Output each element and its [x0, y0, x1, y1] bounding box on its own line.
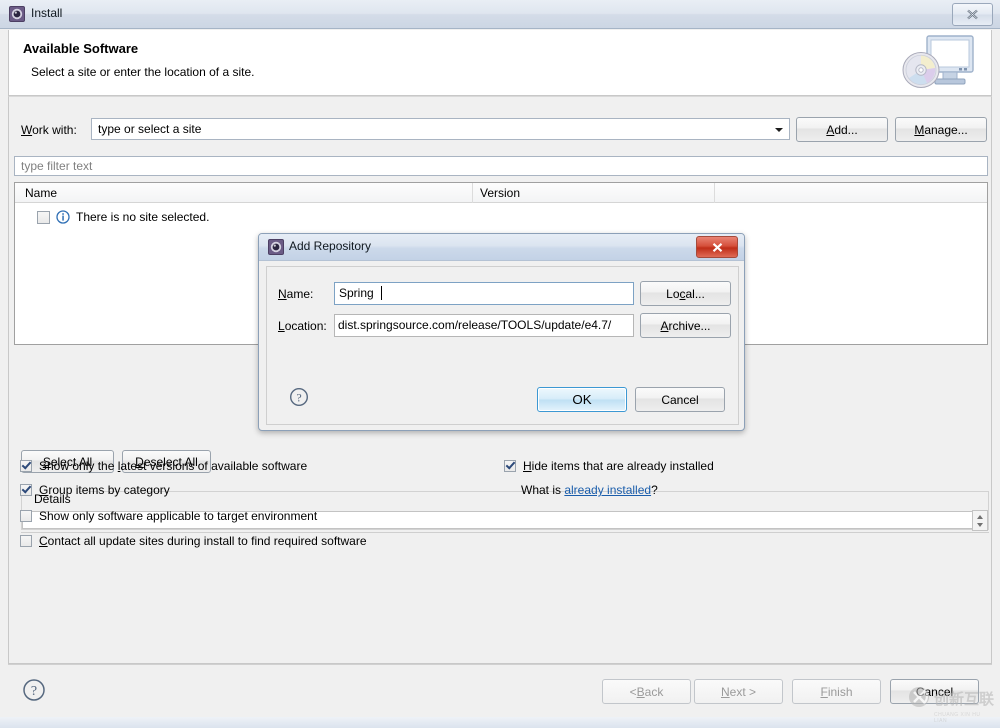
help-icon[interactable]: ?: [289, 387, 309, 407]
name-label: Name:: [278, 287, 314, 301]
footer-separator: [8, 664, 992, 665]
svg-text:?: ?: [31, 684, 37, 699]
work-with-combo-value: type or select a site: [98, 122, 202, 136]
what-is-already-installed: What is already installed?: [521, 483, 658, 497]
row-checkbox[interactable]: [37, 210, 50, 224]
details-scrollbar[interactable]: [972, 510, 988, 531]
option-label: Show only software applicable to target …: [39, 509, 318, 523]
option-label: Show only the latest versions of availab…: [39, 459, 308, 473]
option-hide-installed-items[interactable]: Hide items that are already installed: [504, 459, 714, 473]
archive-button[interactable]: Archive...: [640, 313, 731, 338]
window-titlebar: Install: [0, 0, 1000, 29]
text-caret: [381, 286, 382, 300]
dialog-titlebar: Add Repository: [259, 234, 744, 261]
back-button[interactable]: < Back: [602, 679, 691, 704]
help-icon[interactable]: ?: [22, 678, 46, 702]
filter-placeholder: type filter text: [21, 159, 93, 173]
checkbox[interactable]: [20, 484, 32, 496]
close-icon[interactable]: [952, 3, 993, 26]
local-button[interactable]: Lo c al...: [640, 281, 731, 306]
work-with-combo[interactable]: type or select a site: [91, 118, 790, 140]
table-row-name: There is no site selected.: [76, 210, 210, 224]
manage-sites-button[interactable]: Manage...: [895, 117, 987, 142]
close-icon[interactable]: [696, 236, 738, 258]
ok-button[interactable]: OK: [537, 387, 627, 412]
what-is-prefix: What is: [521, 483, 565, 497]
checkbox[interactable]: [20, 460, 32, 472]
location-input-value: dist.springsource.com/release/TOOLS/upda…: [338, 318, 612, 332]
name-input[interactable]: Spring: [334, 282, 634, 305]
wizard-header: Available Software Select a site or ente…: [8, 30, 992, 96]
option-contact-all-update-sites[interactable]: Contact all update sites during install …: [20, 534, 367, 548]
next-button[interactable]: Next >: [694, 679, 783, 704]
svg-text:?: ?: [296, 391, 301, 405]
location-input[interactable]: dist.springsource.com/release/TOOLS/upda…: [334, 314, 634, 337]
monitor-cd-icon: [893, 32, 983, 94]
page-title: Available Software: [23, 41, 139, 56]
table-row[interactable]: There is no site selected.: [37, 210, 209, 224]
column-divider[interactable]: [472, 183, 473, 203]
dialog-content: Name: Spring Lo c al... Location: dist.spr…: [266, 266, 739, 425]
option-label: Contact all update sites during install …: [39, 534, 367, 548]
install-wizard-window: Install Available Software Select a site…: [0, 0, 1000, 728]
option-label: Group items by category: [39, 483, 170, 497]
cancel-button[interactable]: Cancel: [890, 679, 979, 704]
add-repository-dialog: Add Repository Name: Spring Lo c al... Loc…: [258, 233, 745, 431]
add-site-button[interactable]: Add...: [796, 117, 888, 142]
option-show-latest-versions[interactable]: Show only the latest versions of availab…: [20, 459, 307, 473]
work-with-label: Work with:: [21, 123, 77, 137]
checkbox[interactable]: [20, 535, 32, 547]
chevron-down-icon: [775, 128, 783, 132]
details-separator: [21, 532, 989, 533]
window-bottom-edge: [0, 717, 1000, 728]
eclipse-install-icon: [9, 6, 25, 22]
window-title: Install: [31, 6, 63, 20]
table-header-row: Name Version: [15, 183, 987, 203]
column-divider[interactable]: [714, 183, 715, 203]
column-header-version[interactable]: Version: [480, 186, 520, 200]
option-label: Hide items that are already installed: [523, 459, 714, 473]
info-icon: [56, 210, 70, 224]
option-group-by-category[interactable]: Group items by category: [20, 483, 170, 497]
dialog-title: Add Repository: [289, 239, 372, 253]
chevron-up-icon[interactable]: [977, 515, 983, 519]
dialog-cancel-button[interactable]: Cancel: [635, 387, 725, 412]
eclipse-install-icon: [268, 239, 284, 255]
column-header-name[interactable]: Name: [25, 186, 57, 200]
option-show-applicable-software[interactable]: Show only software applicable to target …: [20, 509, 317, 523]
name-input-value: Spring: [339, 286, 374, 300]
page-subtitle: Select a site or enter the location of a…: [31, 65, 255, 79]
filter-input[interactable]: type filter text: [14, 156, 988, 176]
already-installed-link[interactable]: already installed: [564, 483, 651, 497]
what-is-suffix: ?: [651, 483, 658, 497]
location-label: Location:: [278, 319, 327, 333]
checkbox[interactable]: [504, 460, 516, 472]
chevron-down-icon[interactable]: [977, 523, 983, 527]
finish-button[interactable]: Finish: [792, 679, 881, 704]
checkbox[interactable]: [20, 510, 32, 522]
